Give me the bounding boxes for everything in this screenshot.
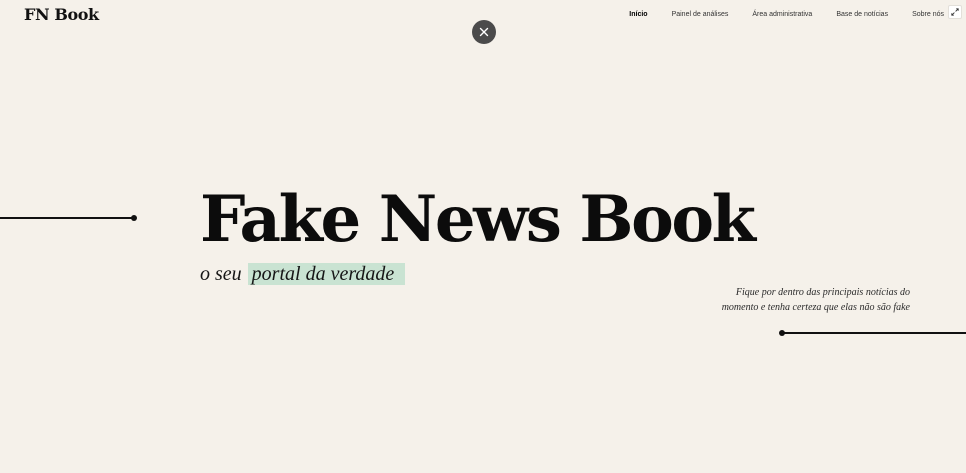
nav-item-inicio[interactable]: Início bbox=[629, 10, 647, 20]
hero-description-line-2: momento e tenha certeza que elas não são… bbox=[721, 302, 910, 313]
left-line-dot bbox=[131, 215, 137, 221]
site-logo[interactable]: FN Book bbox=[24, 4, 99, 26]
right-decorative-line bbox=[782, 332, 966, 334]
right-line-dot bbox=[779, 330, 785, 336]
close-button[interactable] bbox=[472, 20, 496, 44]
hero-tagline: o seu portal da verdade bbox=[200, 261, 406, 287]
close-icon bbox=[479, 27, 489, 37]
tagline-highlight: portal da verdade bbox=[247, 263, 406, 285]
nav-item-base-de-noticias[interactable]: Base de notícias bbox=[836, 10, 888, 20]
hero-title: Fake News Book bbox=[200, 182, 756, 257]
left-decorative-line bbox=[0, 217, 132, 219]
expand-button[interactable] bbox=[948, 5, 962, 19]
nav-item-area-administrativa[interactable]: Área administrativa bbox=[752, 10, 812, 20]
hero-description-line-1: Fique por dentro das principais notícias… bbox=[735, 287, 910, 298]
nav-item-sobre-nos[interactable]: Sobre nós bbox=[912, 10, 944, 20]
hero-description: Fique por dentro das principais notícias… bbox=[720, 285, 910, 315]
main-nav: Início Painel de análises Área administr… bbox=[629, 10, 944, 20]
nav-item-painel-de-analises[interactable]: Painel de análises bbox=[672, 10, 729, 20]
expand-icon bbox=[951, 8, 959, 16]
tagline-prefix: o seu bbox=[200, 263, 247, 285]
